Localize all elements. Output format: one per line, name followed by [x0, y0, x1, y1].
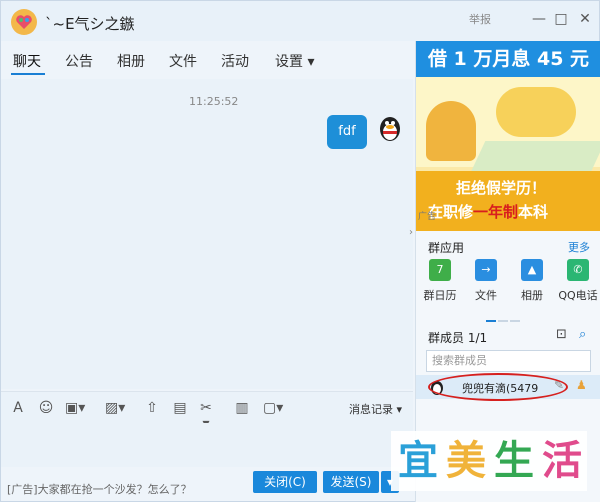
scissors-icon[interactable]: ✂▾ — [197, 400, 215, 432]
tab-announcement[interactable]: 公告 — [65, 51, 93, 71]
search-icon[interactable]: ⌕ — [579, 327, 586, 342]
heart-icon — [16, 15, 32, 29]
upload-icon[interactable]: ⇧ — [143, 400, 161, 416]
close-button[interactable]: ✕ — [575, 9, 595, 29]
file-icon[interactable]: ▥ — [233, 400, 251, 416]
watermark-char-2: 美 — [446, 438, 486, 484]
photo-icon: ▲ — [521, 259, 543, 281]
message-timestamp: 11:25:52 — [189, 95, 239, 108]
tab-files[interactable]: 文件 — [169, 51, 197, 71]
app-label: 相册 — [521, 289, 543, 302]
file-share-icon: → — [475, 259, 497, 281]
ad-tag: 广告 — [418, 212, 437, 222]
window-title: `~E气シ之鏃 — [45, 15, 135, 33]
qq-penguin-avatar-icon[interactable] — [377, 113, 403, 143]
package-icon[interactable]: ▤ — [171, 400, 189, 416]
tab-settings[interactable]: 设置 ▾ — [275, 51, 314, 71]
app-album[interactable]: ▲ 相册 — [512, 259, 552, 303]
app-label: QQ电话 — [558, 289, 598, 302]
send-button[interactable]: 发送(S) — [323, 471, 379, 493]
font-icon[interactable]: A — [9, 400, 27, 416]
phone-icon: ✆ — [567, 259, 589, 281]
app-qq-phone[interactable]: ✆ QQ电话 — [558, 259, 598, 303]
app-files[interactable]: → 文件 — [466, 259, 506, 303]
watermark-char-4: 活 — [542, 438, 582, 484]
chat-bubble-icon[interactable]: ⊡ — [556, 327, 567, 342]
group-apps-heading: 群应用 — [428, 241, 465, 255]
more-apps-link[interactable]: 更多 — [568, 239, 590, 255]
ad-banner[interactable]: 借 1 万月息 45 元 拒绝假学历！ 在职修一年制本科 广告 — [416, 41, 600, 231]
tab-album[interactable]: 相册 — [117, 51, 145, 71]
watermark-char-1: 宜 — [398, 438, 438, 484]
collapse-panel-icon[interactable]: › — [406, 221, 416, 245]
page-indicator — [486, 311, 526, 322]
chat-history[interactable]: 11:25:52 fdf — [1, 79, 413, 389]
banner-line-1: 拒绝假学历！ — [456, 179, 547, 197]
input-toolbar: A ☺ ▣▾ ▨▾ ⇧ ▤ ✂▾ ▥ ▢▾ 消息记录 ▾ — [1, 391, 413, 432]
app-label: 群日历 — [423, 289, 457, 302]
member-search-input[interactable]: 搜索群成员 — [426, 350, 591, 372]
tab-activities[interactable]: 活动 — [221, 51, 249, 71]
calendar-icon: 7 — [429, 259, 451, 281]
member-tools: ⊡ ⌕ — [556, 327, 586, 342]
tab-chat[interactable]: 聊天 — [13, 51, 41, 71]
owner-icon: ♟ — [576, 378, 587, 392]
maximize-button[interactable]: □ — [551, 9, 571, 29]
app-label: 文件 — [475, 289, 497, 302]
app-group-calendar[interactable]: 7 群日历 — [420, 259, 460, 303]
tab-bar: 聊天 公告 相册 文件 活动 设置 ▾ — [1, 45, 413, 75]
report-link[interactable]: 举报 — [469, 11, 491, 27]
title-bar: `~E气シ之鏃 举报 — □ ✕ — [1, 1, 599, 41]
minimize-button[interactable]: — — [529, 9, 549, 29]
highlight-circle — [428, 373, 568, 401]
emoji-icon[interactable]: ☺ — [37, 400, 55, 416]
close-chat-button[interactable]: 关闭(C) — [253, 471, 317, 493]
chat-window: `~E气シ之鏃 举报 — □ ✕ 聊天 公告 相册 文件 活动 设置 ▾ 11:… — [0, 0, 600, 502]
watermark-char-3: 生 — [494, 438, 534, 484]
message-input[interactable] — [1, 423, 413, 467]
message-bubble[interactable]: fdf — [327, 115, 367, 149]
message-log-button[interactable]: 消息记录 ▾ — [349, 401, 402, 417]
active-tab-indicator — [11, 73, 45, 75]
members-heading: 群成员 1/1 — [428, 331, 488, 345]
giraffe-illustration — [426, 101, 476, 161]
ad-link[interactable]: [广告]大家都在抢一个沙发？怎么了？ — [7, 481, 192, 497]
banner-headline: 借 1 万月息 45 元 — [416, 41, 600, 77]
group-avatar[interactable] — [11, 9, 37, 35]
screen-icon[interactable]: ▢▾ — [263, 400, 283, 416]
gift-icon[interactable]: ▣▾ — [65, 400, 85, 416]
children-illustration — [496, 87, 576, 137]
banner-line-2: 在职修一年制本科 — [428, 203, 549, 221]
image-icon[interactable]: ▨▾ — [105, 400, 125, 416]
